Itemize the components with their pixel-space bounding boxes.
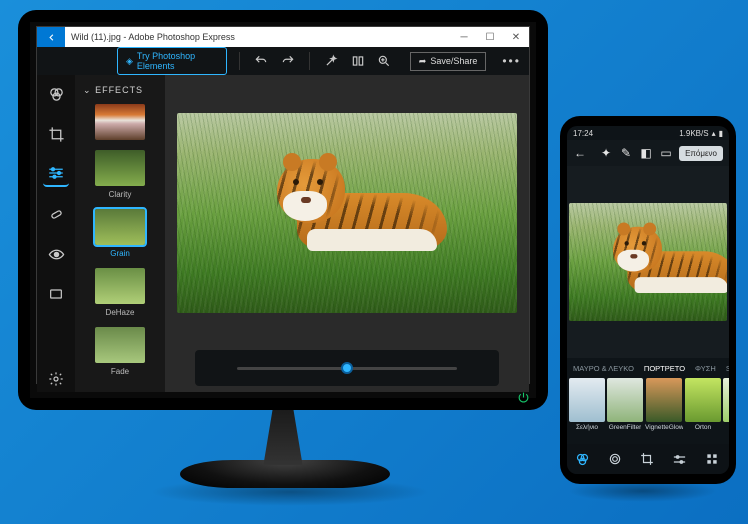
window-minimize-button[interactable]: ─ — [451, 27, 477, 47]
border-tool[interactable] — [43, 281, 69, 307]
effect-item[interactable] — [83, 104, 157, 140]
filter-item[interactable]: Orton — [685, 378, 721, 444]
monitor-stand — [248, 410, 318, 465]
effect-thumbnail — [95, 150, 145, 186]
filter-label: Σελήνιο — [576, 424, 598, 431]
effects-header: ⌄ EFFECTS — [83, 85, 157, 96]
edited-image — [569, 203, 727, 321]
filter-item[interactable]: GreenFilter — [607, 378, 643, 444]
more-menu-button[interactable]: ••• — [494, 54, 529, 68]
promo-label: Try Photoshop Elements — [137, 51, 218, 71]
effect-item[interactable]: Fade — [83, 327, 157, 376]
category-tab[interactable]: SPLASH — [726, 364, 729, 373]
top-toolbar: ◈ Try Photoshop Elements ➦ Save/Share ••… — [37, 47, 529, 75]
category-tabs: ΜΑΥΡΟ & ΛΕΥΚΟ ΠΟΡΤΡΕΤΟ ΦΥΣΗ SPLASH — [567, 358, 729, 378]
phone-toolbar: ← ✦ ✎ ◧ ▭ Επόμενο — [567, 140, 729, 166]
category-tab[interactable]: ΦΥΣΗ — [695, 364, 716, 373]
save-share-button[interactable]: ➦ Save/Share — [410, 52, 487, 71]
window-maximize-button[interactable]: ☐ — [477, 27, 503, 47]
effect-thumbnail — [95, 327, 145, 363]
status-speed: 1.9KB/S — [679, 129, 708, 138]
intensity-slider-bar — [195, 350, 499, 386]
window-close-button[interactable]: ✕ — [503, 27, 529, 47]
phone-canvas[interactable] — [567, 166, 729, 358]
zoom-button[interactable] — [375, 50, 394, 72]
next-button[interactable]: Επόμενο — [679, 146, 723, 161]
app-window: Wild (11).jpg - Adobe Photoshop Express … — [36, 26, 530, 384]
heal-nav[interactable] — [608, 452, 624, 466]
undo-button[interactable] — [252, 50, 271, 72]
back-button[interactable]: ← — [573, 146, 587, 160]
filter-item[interactable]: VignetteGlow — [645, 378, 683, 444]
looks-nav[interactable] — [575, 452, 591, 467]
filter-strip[interactable]: Σελήνιο GreenFilter VignetteGlow Orton V… — [567, 378, 729, 444]
adjust-tool[interactable] — [43, 161, 69, 187]
promo-button[interactable]: ◈ Try Photoshop Elements — [117, 47, 227, 75]
redeye-tool[interactable] — [43, 241, 69, 267]
signal-icon: ▴ — [712, 129, 716, 138]
effect-label: Fade — [83, 367, 157, 376]
photoshop-icon: ◈ — [126, 56, 133, 67]
effect-item[interactable]: DeHaze — [83, 268, 157, 317]
slider-knob[interactable] — [341, 362, 353, 374]
crop-nav[interactable] — [640, 452, 656, 466]
category-tab[interactable]: ΠΟΡΤΡΕΤΟ — [644, 364, 685, 373]
filter-label: VignetteGlow — [645, 424, 683, 431]
separator — [309, 52, 310, 70]
window-title: Wild (11).jpg - Adobe Photoshop Express — [65, 32, 451, 42]
effect-label: Clarity — [83, 190, 157, 199]
brush-button[interactable]: ✎ — [619, 146, 633, 160]
compare-button[interactable]: ▭ — [659, 146, 673, 160]
adjust-nav[interactable] — [672, 452, 688, 467]
effect-label: Grain — [83, 249, 157, 258]
intensity-slider[interactable] — [237, 367, 457, 370]
compare-button[interactable] — [349, 50, 368, 72]
effect-thumbnail — [95, 268, 145, 304]
settings-button[interactable] — [43, 366, 69, 392]
filter-label: Orton — [695, 424, 711, 431]
filter-thumbnail — [569, 378, 605, 422]
effect-item[interactable]: Grain — [83, 209, 157, 258]
effect-thumbnail — [95, 104, 145, 140]
looks-tool[interactable] — [43, 81, 69, 107]
filter-thumbnail — [685, 378, 721, 422]
battery-icon: ▮ — [719, 129, 723, 138]
status-time: 17:24 — [573, 129, 593, 138]
chevron-down-icon: ⌄ — [83, 85, 92, 95]
filter-thumbnail — [723, 378, 729, 422]
crop-tool[interactable] — [43, 121, 69, 147]
separator — [239, 52, 240, 70]
filter-item[interactable]: Vignett — [723, 378, 729, 444]
phone-bottom-nav — [567, 444, 729, 474]
auto-button[interactable]: ✦ — [599, 146, 613, 160]
effect-label: DeHaze — [83, 308, 157, 317]
image-canvas[interactable] — [167, 77, 527, 348]
effects-panel: ⌄ EFFECTS Clarity Grain DeHaze Fade — [75, 75, 165, 392]
back-button[interactable] — [37, 27, 65, 47]
eraser-button[interactable]: ◧ — [639, 146, 653, 160]
save-share-label: Save/Share — [430, 56, 477, 66]
share-icon: ➦ — [419, 56, 427, 67]
phone-frame: 17:24 1.9KB/S ▴ ▮ ← ✦ ✎ ◧ ▭ Επόμενο — [560, 116, 736, 484]
tool-rail — [37, 75, 75, 392]
effect-item[interactable]: Clarity — [83, 150, 157, 199]
more-nav[interactable] — [705, 452, 721, 466]
filter-label: GreenFilter — [609, 424, 642, 431]
edited-image — [177, 113, 517, 313]
filter-item[interactable]: Σελήνιο — [569, 378, 605, 444]
status-bar: 17:24 1.9KB/S ▴ ▮ — [567, 126, 729, 140]
effect-thumbnail — [95, 209, 145, 245]
heal-tool[interactable] — [43, 201, 69, 227]
auto-enhance-button[interactable] — [322, 50, 341, 72]
power-icon — [516, 390, 530, 404]
monitor-frame: Wild (11).jpg - Adobe Photoshop Express … — [18, 10, 548, 410]
category-tab[interactable]: ΜΑΥΡΟ & ΛΕΥΚΟ — [573, 364, 634, 373]
canvas-area — [165, 75, 529, 392]
window-titlebar: Wild (11).jpg - Adobe Photoshop Express … — [37, 27, 529, 47]
filter-thumbnail — [607, 378, 643, 422]
phone-screen: 17:24 1.9KB/S ▴ ▮ ← ✦ ✎ ◧ ▭ Επόμενο — [567, 126, 729, 474]
redo-button[interactable] — [279, 50, 298, 72]
monitor-screen: Wild (11).jpg - Adobe Photoshop Express … — [30, 22, 536, 398]
filter-thumbnail — [646, 378, 682, 422]
